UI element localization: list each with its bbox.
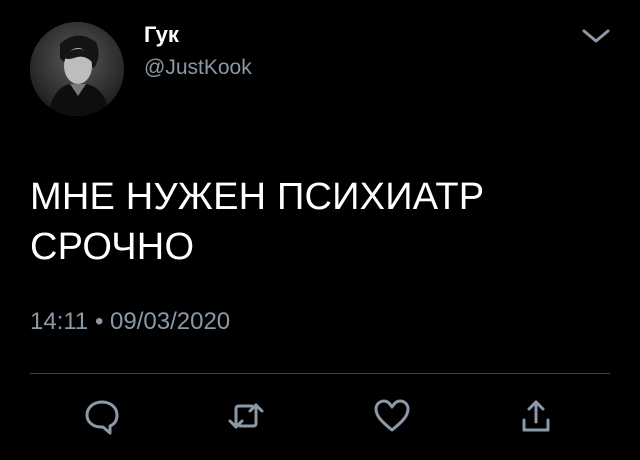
chevron-down-icon[interactable]	[578, 24, 614, 48]
tweet-timestamp[interactable]: 14:11 • 09/03/2020	[30, 307, 230, 337]
retweet-button[interactable]	[226, 396, 266, 436]
tweet-text: МНЕ НУЖЕН ПСИХИАТР СРОЧНО	[30, 172, 610, 272]
like-button[interactable]	[372, 396, 412, 436]
user-handle[interactable]: @JustKook	[144, 55, 252, 81]
divider	[30, 373, 610, 374]
retweet-icon	[228, 403, 264, 429]
avatar[interactable]	[30, 22, 124, 116]
reply-button[interactable]	[82, 396, 122, 436]
reply-icon	[85, 400, 119, 435]
share-button[interactable]	[516, 396, 556, 436]
tweet-date: 09/03/2020	[110, 308, 231, 335]
tweet-time: 14:11	[30, 308, 89, 335]
tweet-text-line: СРОЧНО	[30, 226, 195, 268]
meta-separator: •	[94, 308, 104, 335]
tweet-text-line: МНЕ НУЖЕН ПСИХИАТР	[30, 176, 485, 218]
heart-icon	[374, 399, 410, 432]
share-icon	[522, 400, 550, 432]
display-name[interactable]: Гук	[144, 22, 179, 48]
avatar-photo	[30, 22, 124, 116]
